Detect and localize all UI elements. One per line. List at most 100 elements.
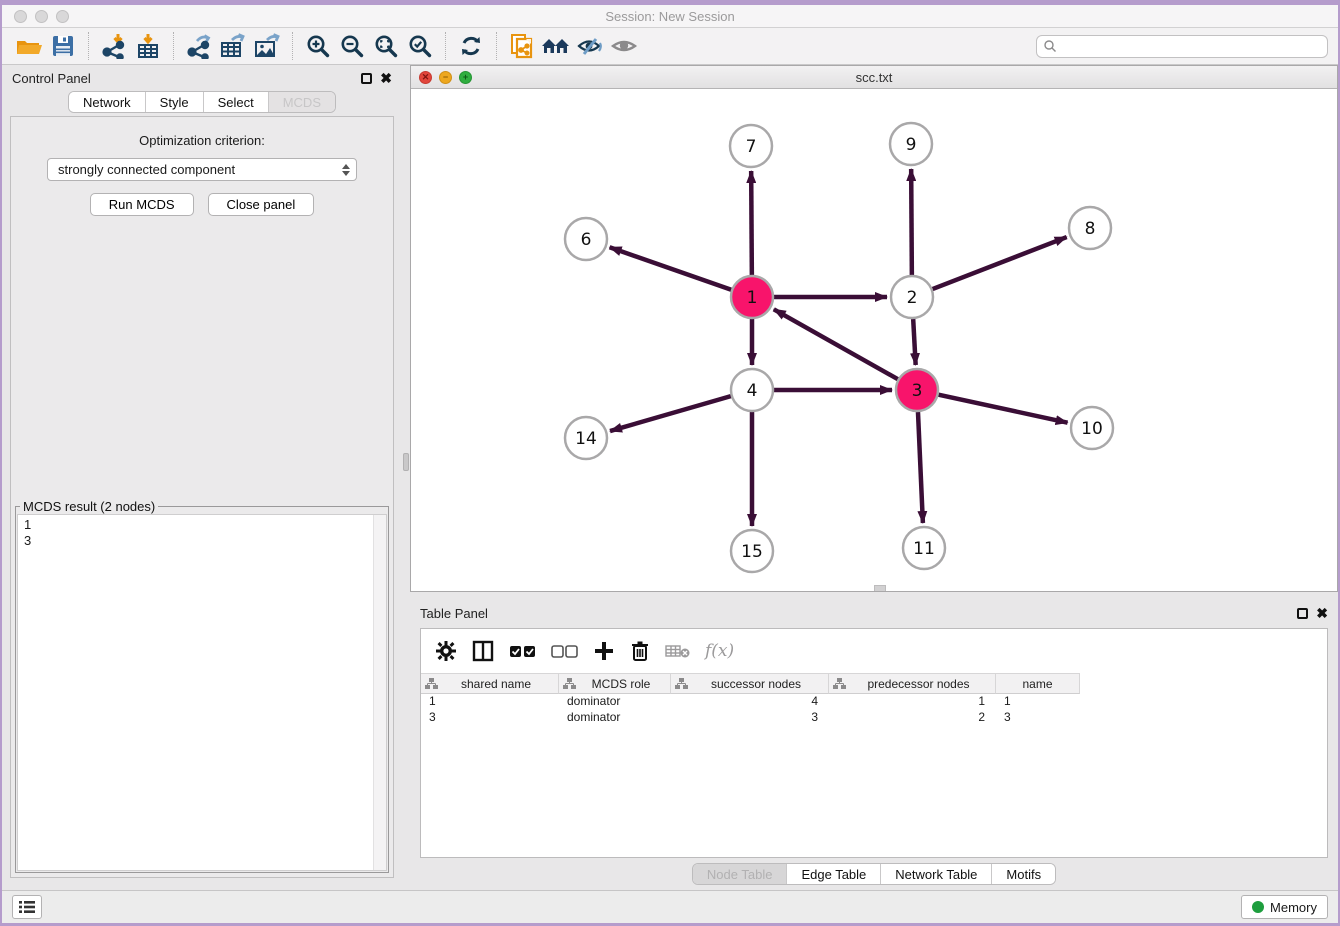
column-header-successor-nodes[interactable]: successor nodes	[671, 673, 829, 694]
graph-node-label-4: 4	[747, 381, 758, 401]
canvas-resize-handle[interactable]	[874, 585, 886, 591]
memory-status-icon	[1252, 901, 1264, 913]
graph-edge-2-9[interactable]	[911, 169, 912, 275]
show-all-button[interactable]	[607, 31, 641, 61]
export-table-icon	[219, 33, 247, 59]
column-header-mcds-role[interactable]: MCDS role	[559, 673, 671, 694]
search-field[interactable]	[1036, 35, 1328, 58]
mcds-result-list[interactable]: 13	[17, 514, 387, 871]
zoom-in-button[interactable]	[301, 31, 335, 61]
float-panel-icon[interactable]	[361, 73, 372, 84]
right-column: ✕ − + scc.txt 123	[410, 65, 1338, 890]
table-cell: dominator	[559, 694, 671, 710]
graph-edge-3-11[interactable]	[918, 412, 923, 523]
task-history-button[interactable]	[12, 895, 42, 919]
toolbar-separator	[88, 32, 89, 60]
tab-edge-table[interactable]: Edge Table	[787, 864, 881, 884]
search-input[interactable]	[1057, 39, 1321, 53]
tab-network[interactable]: Network	[69, 92, 146, 112]
memory-label: Memory	[1270, 900, 1317, 915]
control-tabs: NetworkStyleSelectMCDS	[68, 91, 336, 113]
graph-node-label-6: 6	[581, 230, 592, 250]
import-network-button[interactable]	[97, 31, 131, 61]
delete-column-button[interactable]	[629, 640, 651, 662]
export-network-button[interactable]	[182, 31, 216, 61]
tab-style[interactable]: Style	[146, 92, 204, 112]
table-cell: 4	[671, 694, 829, 710]
apply-layout-button[interactable]	[539, 31, 573, 61]
zoom-out-button[interactable]	[335, 31, 369, 61]
tab-motifs[interactable]: Motifs	[992, 864, 1055, 884]
tab-select[interactable]: Select	[204, 92, 269, 112]
add-column-button[interactable]	[593, 640, 615, 662]
open-session-button[interactable]	[12, 31, 46, 61]
graph-edge-2-3[interactable]	[913, 319, 915, 365]
import-network-icon	[101, 33, 127, 59]
toolbar-separator	[173, 32, 174, 60]
close-panel-button[interactable]: Close panel	[208, 193, 315, 216]
graph-edge-3-1[interactable]	[774, 309, 898, 379]
table-tabs: Node TableEdge TableNetwork TableMotifs	[692, 863, 1056, 885]
graph-edge-1-6[interactable]	[610, 247, 732, 289]
graph-node-label-7: 7	[746, 137, 757, 157]
delete-table-button[interactable]	[665, 642, 691, 660]
graph-edge-3-10[interactable]	[938, 395, 1067, 423]
table-row[interactable]: 3dominator323	[421, 710, 1327, 726]
export-image-button[interactable]	[250, 31, 284, 61]
graph-edge-1-7[interactable]	[751, 171, 752, 275]
deselect-all-checkboxes-button[interactable]	[551, 642, 579, 660]
table-row[interactable]: 1dominator411	[421, 694, 1327, 710]
column-header-name[interactable]: name	[996, 673, 1080, 694]
hide-selected-button[interactable]	[573, 31, 607, 61]
column-type-icon	[833, 678, 846, 690]
network-window-title: scc.txt	[411, 70, 1337, 85]
graph-edge-4-14[interactable]	[610, 396, 731, 431]
new-network-from-selection-button[interactable]	[505, 31, 539, 61]
column-header-label: shared name	[438, 677, 554, 691]
panel-splitter[interactable]	[402, 65, 410, 890]
close-table-panel-icon[interactable]: ✖	[1316, 608, 1328, 619]
function-builder-button[interactable]: f(x)	[705, 641, 734, 661]
graph-node-label-9: 9	[906, 135, 917, 155]
table-panel-title: Table Panel	[420, 606, 488, 621]
column-type-icon	[675, 678, 688, 690]
first-neighbors-button[interactable]	[454, 31, 488, 61]
tab-network-table[interactable]: Network Table	[881, 864, 992, 884]
zoom-selected-button[interactable]	[403, 31, 437, 61]
export-table-button[interactable]	[216, 31, 250, 61]
table-cell: dominator	[559, 710, 671, 726]
homes-icon	[541, 33, 571, 59]
close-panel-icon[interactable]: ✖	[380, 73, 392, 84]
title-bar: Session: New Session	[2, 5, 1338, 28]
criterion-select[interactable]: strongly connected component	[47, 158, 357, 181]
float-table-panel-icon[interactable]	[1297, 608, 1308, 619]
import-table-icon	[135, 33, 161, 59]
column-type-icon	[563, 678, 576, 690]
list-icon	[18, 899, 36, 915]
export-image-icon	[253, 33, 281, 59]
table-cell: 3	[421, 710, 559, 726]
column-header-shared-name[interactable]: shared name	[421, 673, 559, 694]
trash-icon	[629, 640, 651, 662]
select-all-checkboxes-button[interactable]	[509, 642, 537, 660]
export-network-icon	[186, 33, 212, 59]
import-table-button[interactable]	[131, 31, 165, 61]
column-header-label: name	[1000, 677, 1075, 691]
network-canvas[interactable]: 1234678910111415	[411, 89, 1337, 591]
table-options-button[interactable]	[435, 640, 457, 662]
search-icon	[1043, 39, 1057, 53]
graph-node-label-3: 3	[912, 381, 923, 401]
show-columns-button[interactable]	[471, 639, 495, 663]
memory-button[interactable]: Memory	[1241, 895, 1328, 919]
horizontal-splitter[interactable]	[410, 592, 1338, 600]
tab-mcds[interactable]: MCDS	[269, 92, 335, 112]
save-session-button[interactable]	[46, 31, 80, 61]
column-header-predecessor-nodes[interactable]: predecessor nodes	[829, 673, 996, 694]
result-scrollbar[interactable]	[373, 515, 386, 870]
splitter-handle[interactable]	[403, 453, 409, 471]
graph-edge-2-8[interactable]	[933, 237, 1067, 289]
run-mcds-button[interactable]: Run MCDS	[90, 193, 194, 216]
tab-node-table[interactable]: Node Table	[693, 864, 788, 884]
columns-icon	[471, 639, 495, 663]
zoom-fit-button[interactable]	[369, 31, 403, 61]
